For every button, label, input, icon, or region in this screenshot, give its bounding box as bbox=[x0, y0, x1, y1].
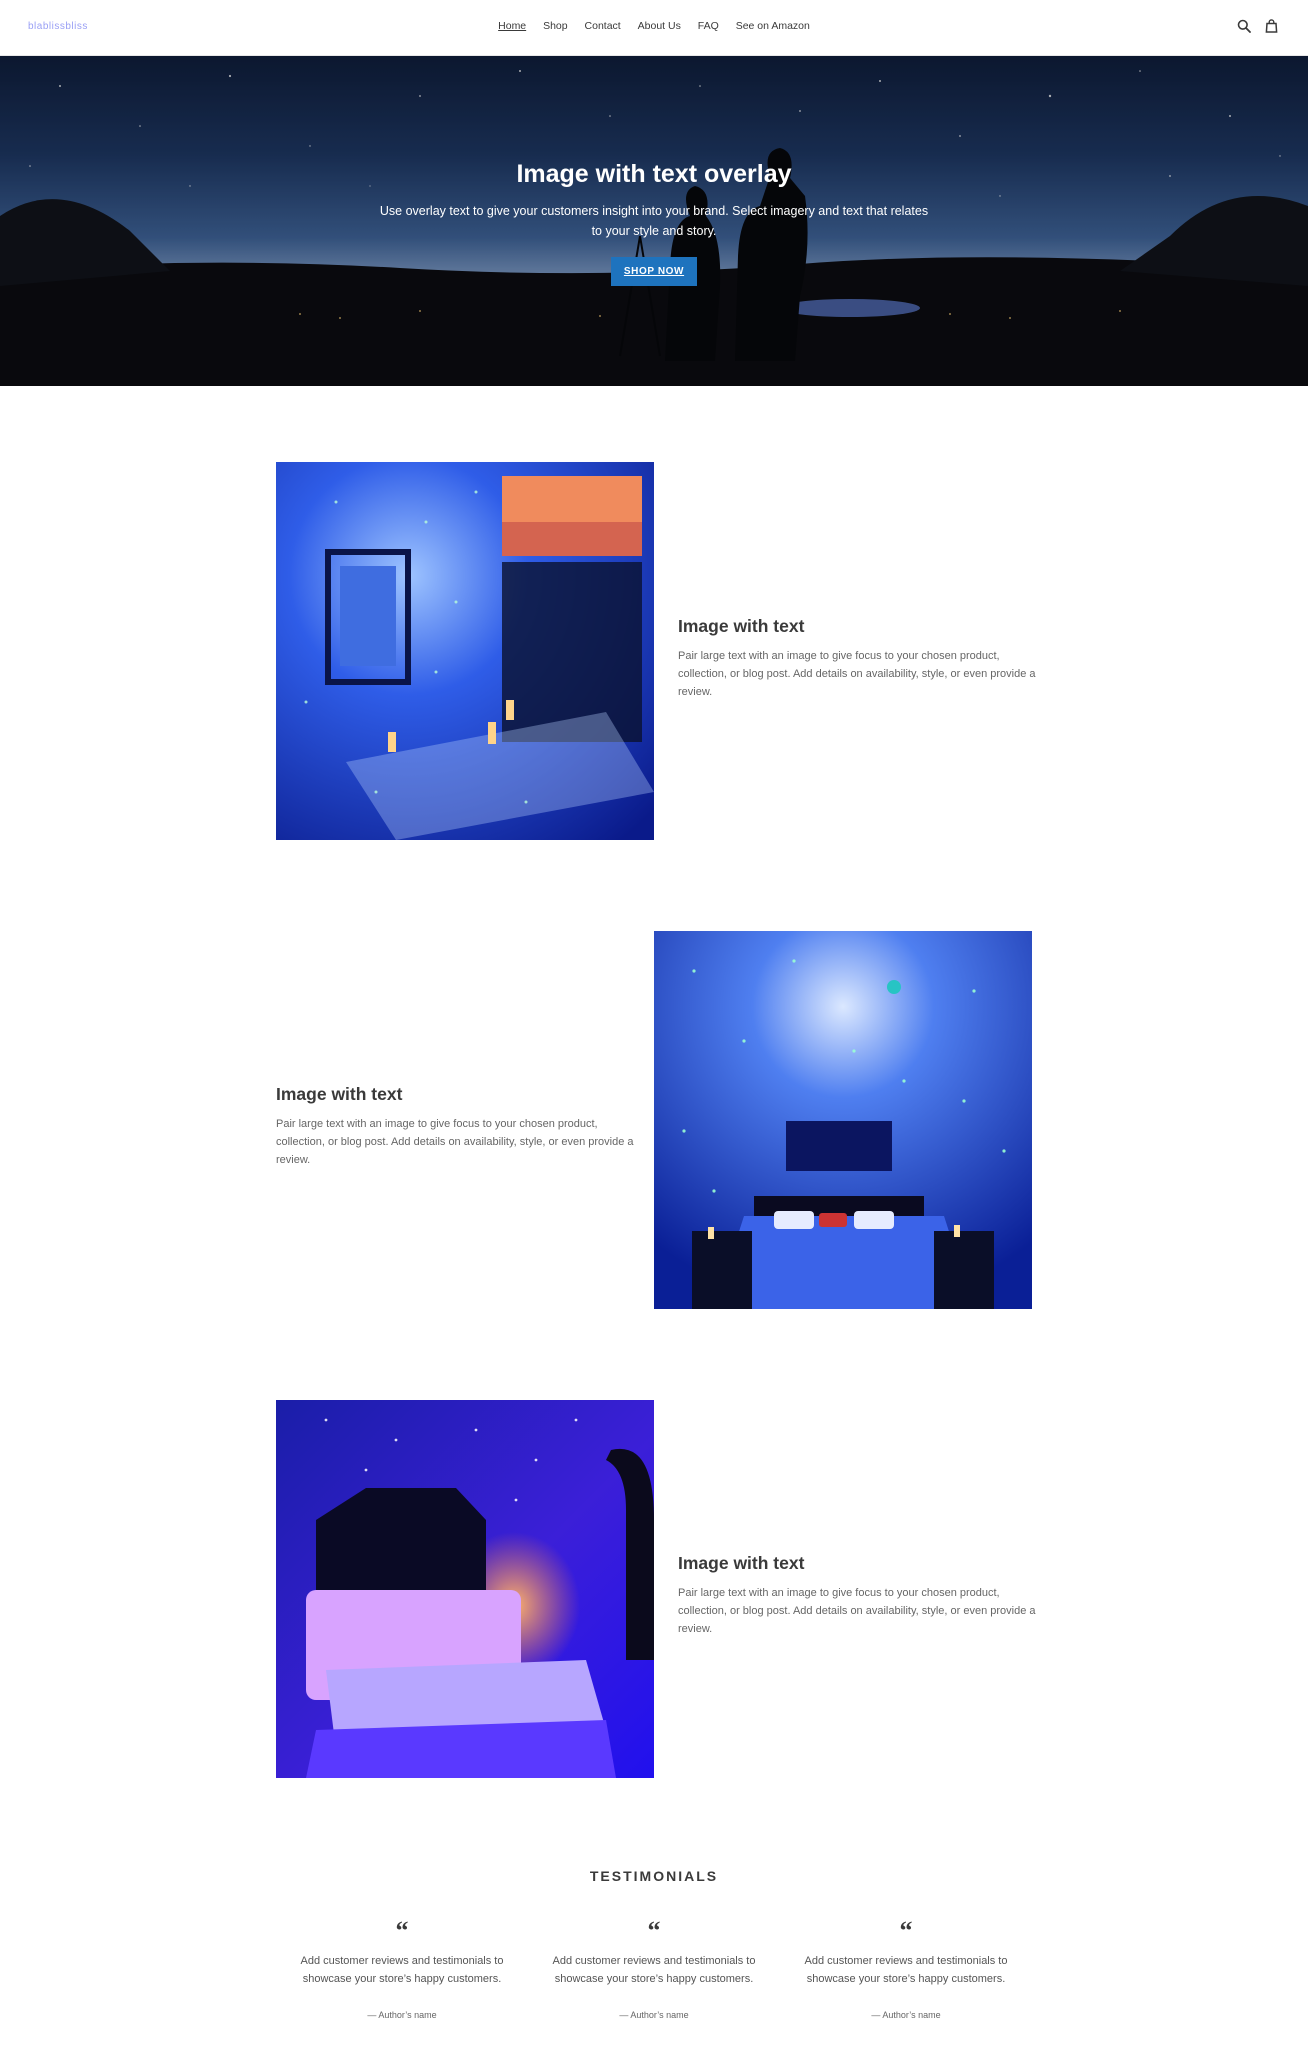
testimonial-body-3: Add customer reviews and testimonials to… bbox=[804, 1955, 1008, 1985]
shop-now-button[interactable]: SHOP NOW bbox=[610, 257, 698, 286]
nav-shop[interactable]: Shop bbox=[543, 20, 568, 32]
testimonial-2: “ Add customer reviews and testimonials … bbox=[539, 1916, 769, 2021]
nav-contact[interactable]: Contact bbox=[585, 20, 621, 32]
site-header: blablissbliss Home Shop Contact About Us… bbox=[0, 0, 1308, 56]
nav-home[interactable]: Home bbox=[498, 20, 526, 32]
search-icon[interactable] bbox=[1237, 19, 1251, 33]
quote-icon: “ bbox=[647, 1916, 661, 1945]
feature-text-1: Image with text Pair large text with an … bbox=[678, 616, 1038, 701]
feature-body-2: Pair large text with an image to give fo… bbox=[276, 1118, 634, 1166]
feature-text-2: Image with text Pair large text with an … bbox=[276, 1084, 636, 1169]
quote-icon: “ bbox=[899, 1916, 913, 1945]
feature-body-3: Pair large text with an image to give fo… bbox=[678, 1587, 1036, 1635]
hero-title: Image with text overlay bbox=[516, 160, 792, 188]
nav-about-us[interactable]: About Us bbox=[638, 20, 681, 32]
hero-banner: Image with text overlay Use overlay text… bbox=[0, 56, 1308, 386]
feature-title-3: Image with text bbox=[678, 1553, 805, 1573]
feature-image-3 bbox=[276, 1400, 654, 1778]
quote-icon: “ bbox=[395, 1916, 409, 1945]
testimonial-author-3: — Author’s name bbox=[871, 2010, 941, 2020]
cart-icon[interactable] bbox=[1265, 19, 1278, 33]
testimonial-author-1: — Author’s name bbox=[367, 2010, 437, 2020]
feature-text-3: Image with text Pair large text with an … bbox=[678, 1553, 1038, 1638]
feature-title-2: Image with text bbox=[276, 1084, 403, 1104]
feature-title-1: Image with text bbox=[678, 616, 805, 636]
feature-body-1: Pair large text with an image to give fo… bbox=[678, 650, 1036, 698]
feature-image-1 bbox=[276, 462, 654, 840]
testimonial-1: “ Add customer reviews and testimonials … bbox=[287, 1916, 517, 2021]
testimonials-heading: TESTIMONIALS bbox=[589, 1868, 719, 1884]
testimonial-body-2: Add customer reviews and testimonials to… bbox=[552, 1955, 756, 1985]
nav-faq[interactable]: FAQ bbox=[698, 20, 719, 32]
nav-see-on-amazon[interactable]: See on Amazon bbox=[736, 20, 810, 32]
testimonial-3: “ Add customer reviews and testimonials … bbox=[791, 1916, 1021, 2021]
testimonial-author-2: — Author’s name bbox=[619, 2010, 689, 2020]
main-nav: Home Shop Contact About Us FAQ See on Am… bbox=[0, 20, 1308, 32]
header-icons bbox=[1237, 19, 1278, 33]
hero-content: Image with text overlay Use overlay text… bbox=[0, 160, 1308, 286]
feature-image-2 bbox=[654, 931, 1032, 1309]
hero-text: Use overlay text to give your customers … bbox=[379, 204, 929, 238]
testimonial-body-1: Add customer reviews and testimonials to… bbox=[300, 1955, 504, 1985]
